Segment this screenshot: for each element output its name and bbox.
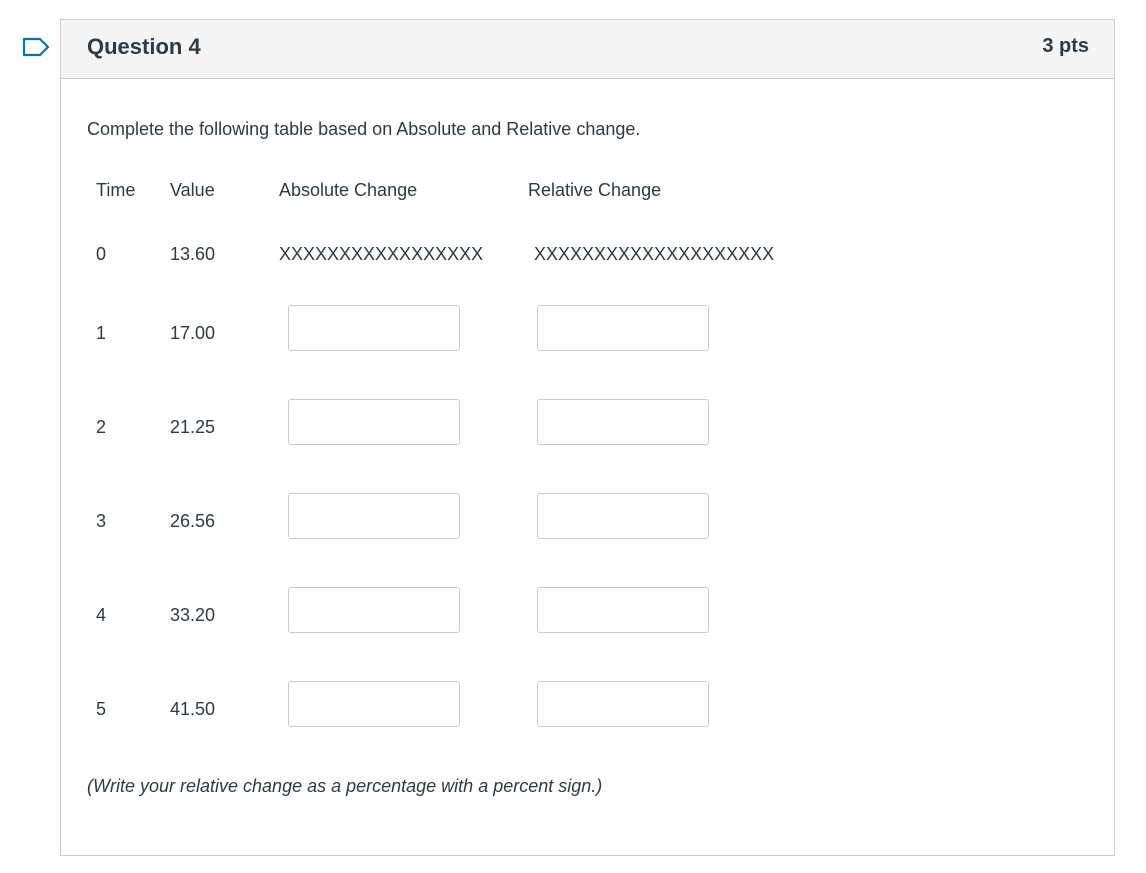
row-0-value: 13.60 [170, 244, 216, 264]
row-4-absolute-input[interactable] [288, 587, 460, 633]
question-body: Complete the following table based on Ab… [61, 79, 1114, 857]
row-0-time: 0 [96, 244, 107, 264]
question-title: Question 4 [87, 34, 201, 59]
question-card: Question 4 3 pts Complete the following … [60, 19, 1115, 856]
header-time: Time [96, 180, 136, 200]
header-absolute-change: Absolute Change [279, 180, 418, 200]
row-5-relative-input[interactable] [537, 681, 709, 727]
question-note: (Write your relative change as a percent… [87, 776, 603, 796]
flag-question-icon[interactable] [22, 37, 50, 57]
row-1-absolute-input[interactable] [288, 305, 460, 351]
question-header: Question 4 3 pts [61, 20, 1114, 79]
row-1-value: 17.00 [170, 323, 216, 343]
row-0-absolute-placeholder: XXXXXXXXXXXXXXXXX [279, 244, 484, 264]
row-4-relative-input[interactable] [537, 587, 709, 633]
row-5-time: 5 [96, 699, 107, 719]
row-3-relative-input[interactable] [537, 493, 709, 539]
row-3-value: 26.56 [170, 511, 216, 531]
row-2-absolute-input[interactable] [288, 399, 460, 445]
row-4-time: 4 [96, 605, 107, 625]
header-relative-change: Relative Change [528, 180, 662, 200]
question-points: 3 pts [1042, 35, 1089, 57]
row-2-value: 21.25 [170, 417, 216, 437]
row-3-time: 3 [96, 511, 107, 531]
row-1-relative-input[interactable] [537, 305, 709, 351]
row-5-value: 41.50 [170, 699, 216, 719]
row-2-time: 2 [96, 417, 107, 437]
row-4-value: 33.20 [170, 605, 216, 625]
header-value: Value [170, 180, 215, 200]
question-prompt: Complete the following table based on Ab… [87, 119, 641, 139]
row-2-relative-input[interactable] [537, 399, 709, 445]
row-0-relative-placeholder: XXXXXXXXXXXXXXXXXXXX [534, 244, 775, 264]
row-5-absolute-input[interactable] [288, 681, 460, 727]
row-1-time: 1 [96, 323, 107, 343]
row-3-absolute-input[interactable] [288, 493, 460, 539]
